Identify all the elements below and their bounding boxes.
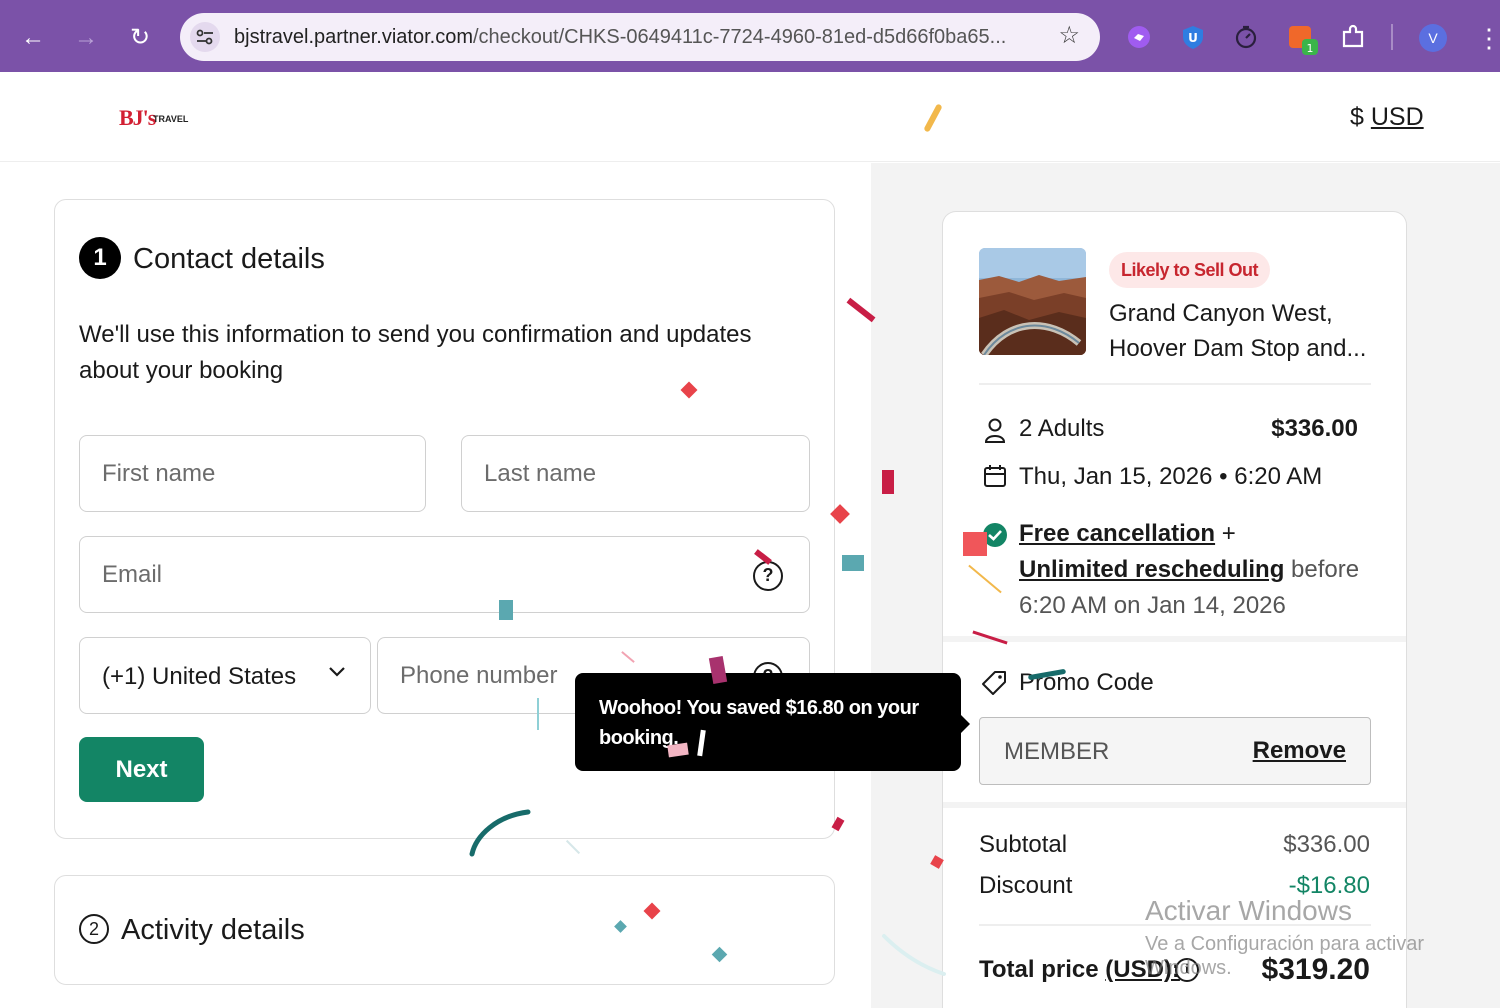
extension-purple-icon[interactable] <box>1126 24 1152 50</box>
savings-tooltip: Woohoo! You saved $16.80 on your booking… <box>575 673 961 771</box>
url-host: bjstravel.partner.viator.com <box>234 26 473 48</box>
email-field[interactable]: ? <box>79 536 810 613</box>
browser-toolbar: ← → ↻ bjstravel.partner.viator.com/check… <box>0 0 1500 72</box>
svg-text:U: U <box>1188 31 1198 45</box>
activity-details-title: Activity details <box>121 914 305 946</box>
last-name-field[interactable] <box>461 435 810 512</box>
profile-avatar[interactable]: V <box>1419 24 1447 52</box>
promo-code-value: MEMBER <box>1004 738 1110 765</box>
next-button[interactable]: Next <box>79 737 204 802</box>
country-code-select[interactable]: (+1) United States <box>79 637 371 714</box>
person-icon <box>984 418 1006 443</box>
activity-details-card[interactable]: 2 Activity details <box>54 875 835 985</box>
step-number-badge: 1 <box>79 237 121 279</box>
tour-date-time: Thu, Jan 15, 2026 • 6:20 AM <box>1019 463 1323 490</box>
site-header: BJ's TRAVEL $ USD <box>0 72 1500 162</box>
likely-to-sell-out-badge: Likely to Sell Out <box>1109 252 1271 288</box>
tour-title[interactable]: Grand Canyon West, Hoover Dam Stop and..… <box>1109 296 1379 366</box>
confetti-ribbon <box>882 934 946 976</box>
email-help-icon[interactable]: ? <box>753 561 783 591</box>
extension-timer-icon[interactable] <box>1233 24 1259 50</box>
summary-divider <box>979 383 1371 385</box>
extension-shield-icon[interactable]: U <box>1180 24 1206 50</box>
currency-selector[interactable]: $ USD <box>1350 102 1424 132</box>
tooltip-arrow <box>960 714 970 734</box>
extension-orange-icon[interactable]: 1 <box>1287 24 1318 55</box>
cancellation-before: before <box>1291 556 1360 583</box>
tag-icon <box>982 671 1006 695</box>
confetti-piece <box>565 839 581 855</box>
url-text: bjstravel.partner.viator.com/checkout/CH… <box>234 26 1044 49</box>
logo-mark: BJ's <box>119 105 156 130</box>
confetti-piece <box>882 470 894 494</box>
country-code-value: (+1) United States <box>102 663 297 690</box>
cancellation-deadline: 6:20 AM on Jan 14, 2026 <box>1019 592 1286 619</box>
confetti-piece <box>499 600 513 620</box>
subtotal-label: Subtotal <box>979 831 1068 858</box>
url-path: /checkout/CHKS-0649411c-7724-4960-81ed-d… <box>473 26 1007 48</box>
currency-symbol: $ <box>1350 103 1364 131</box>
currency-code: USD <box>1370 103 1424 131</box>
promo-code-box: MEMBER Remove <box>979 717 1371 785</box>
total-price-text: Total price <box>979 956 1099 983</box>
confetti-piece <box>842 555 864 571</box>
section-separator <box>943 636 1406 642</box>
browser-menu-kebab-icon[interactable]: ⋮ <box>1476 20 1500 56</box>
back-arrow-icon[interactable]: ← <box>15 20 51 56</box>
calendar-icon <box>984 465 1006 487</box>
last-name-input[interactable] <box>484 436 751 511</box>
confetti-ribbon <box>469 809 531 857</box>
first-name-field[interactable] <box>79 435 426 512</box>
travelers-price: $336.00 <box>1271 415 1358 442</box>
email-input[interactable] <box>102 537 751 612</box>
unlimited-rescheduling-link[interactable]: Unlimited rescheduling <box>1019 556 1284 583</box>
remove-promo-link[interactable]: Remove <box>1253 736 1346 766</box>
order-summary-card: Likely to Sell Out Grand Canyon West, Ho… <box>942 211 1407 1008</box>
section-separator <box>943 802 1406 808</box>
logo-subtext: TRAVEL <box>153 114 189 124</box>
free-cancellation-link[interactable]: Free cancellation <box>1019 520 1215 547</box>
extensions-puzzle-icon[interactable] <box>1340 24 1366 50</box>
windows-activation-watermark-subtitle: Ve a Configuración para activar Windows. <box>1145 933 1425 979</box>
site-settings-tune-icon[interactable] <box>190 22 220 52</box>
contact-description: We'll use this information to send you c… <box>79 321 752 384</box>
windows-activation-watermark-title: Activar Windows <box>1145 895 1352 926</box>
address-bar[interactable]: bjstravel.partner.viator.com/checkout/CH… <box>180 13 1100 61</box>
toolbar-separator <box>1391 24 1393 50</box>
forward-arrow-icon[interactable]: → <box>68 20 104 56</box>
subtotal-value: $336.00 <box>1283 831 1370 858</box>
tour-thumbnail-image[interactable] <box>979 248 1086 355</box>
chevron-down-icon <box>329 667 345 677</box>
first-name-input[interactable] <box>102 436 367 511</box>
discount-label: Discount <box>979 872 1073 899</box>
cancellation-policy: Free cancellation + Unlimited rescheduli… <box>1019 516 1369 624</box>
reload-icon[interactable]: ↻ <box>122 20 158 56</box>
extension-badge-count: 1 <box>1307 42 1314 55</box>
cancellation-plus: + <box>1221 520 1236 547</box>
confetti-piece <box>537 698 539 730</box>
contact-details-title: Contact details <box>133 243 325 275</box>
confetti-piece <box>963 532 987 556</box>
travelers-count: 2 Adults <box>1019 415 1105 442</box>
bookmark-star-icon[interactable]: ☆ <box>1058 23 1080 49</box>
step-number-outline: 2 <box>79 914 109 944</box>
